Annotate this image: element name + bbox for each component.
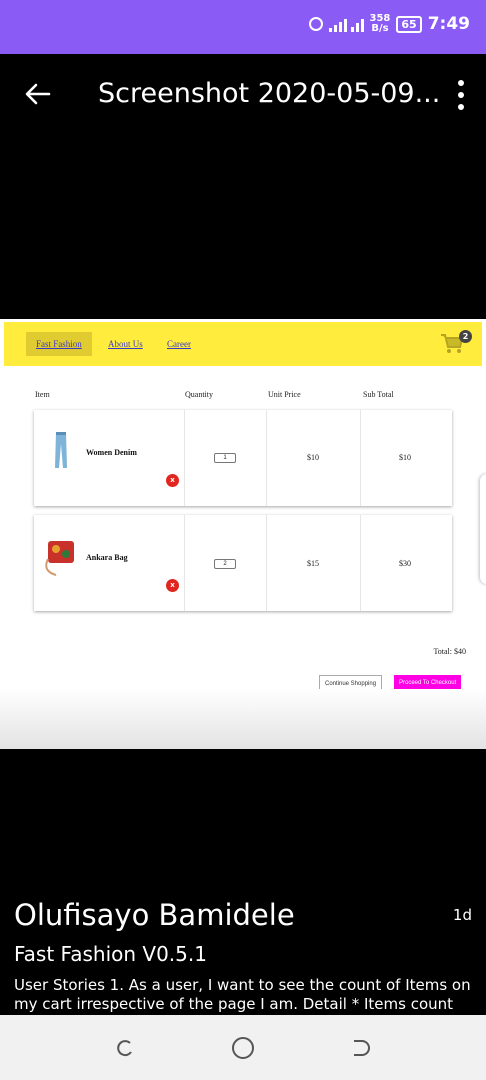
header-quantity: Quantity	[185, 390, 213, 399]
more-vert-icon[interactable]	[456, 80, 466, 110]
author-name: Olufisayo Bamidele	[14, 898, 295, 932]
signal-icon	[328, 16, 364, 32]
status-bar: 358 B/s 65 7:49	[0, 0, 486, 54]
sub-total: $30	[399, 559, 411, 568]
cart-total: Total: $40	[433, 647, 466, 656]
unit-price: $15	[307, 559, 319, 568]
page-title: Screenshot 2020-05-09...	[98, 78, 441, 109]
remove-item-button: x	[166, 579, 179, 592]
header-sub-total: Sub Total	[363, 390, 394, 399]
product-name: Ankara Bag	[86, 553, 128, 562]
scroll-edge	[480, 474, 486, 584]
recent-apps-icon[interactable]	[115, 1038, 135, 1058]
app-bar: Screenshot 2020-05-09...	[0, 54, 486, 138]
battery-icon: 65	[396, 15, 422, 33]
cart-count-badge: 2	[459, 330, 472, 343]
image-fade	[0, 689, 486, 749]
clock: 7:49	[427, 14, 470, 34]
post-title: Fast Fashion V0.5.1	[14, 942, 207, 966]
product-name: Women Denim	[86, 448, 137, 457]
cart-row: Women Denim x 1 $10 $10	[34, 410, 452, 506]
quantity-select: 2	[214, 559, 236, 569]
network-speed: 358 B/s	[370, 14, 391, 34]
status-icons: 358 B/s 65 7:49	[308, 14, 470, 34]
back-arrow-icon[interactable]	[22, 78, 54, 110]
sub-total: $10	[399, 453, 411, 462]
header-unit-price: Unit Price	[268, 390, 301, 399]
unit-price: $10	[307, 453, 319, 462]
speed-unit: B/s	[371, 23, 389, 34]
screenshot-image: Fast Fashion About Us Career 2 Item Quan…	[0, 319, 486, 749]
remove-item-button: x	[166, 474, 179, 487]
alarm-icon	[308, 17, 323, 31]
home-icon[interactable]	[232, 1037, 254, 1059]
nav-about-us: About Us	[108, 339, 143, 349]
ankara-bag-image	[45, 541, 74, 576]
women-denim-image	[55, 432, 67, 468]
site-navbar: Fast Fashion About Us Career 2	[4, 322, 482, 366]
cart-row: Ankara Bag x 2 $15 $30	[34, 515, 452, 611]
nav-fast-fashion: Fast Fashion	[26, 332, 92, 356]
quantity-select: 1	[214, 453, 236, 463]
cart-icon: 2	[440, 330, 472, 356]
back-nav-icon[interactable]	[350, 1038, 370, 1058]
header-item: Item	[35, 390, 50, 399]
post-age: 1d	[452, 906, 472, 924]
system-nav-bar	[0, 1015, 486, 1080]
nav-career: Career	[167, 339, 191, 349]
